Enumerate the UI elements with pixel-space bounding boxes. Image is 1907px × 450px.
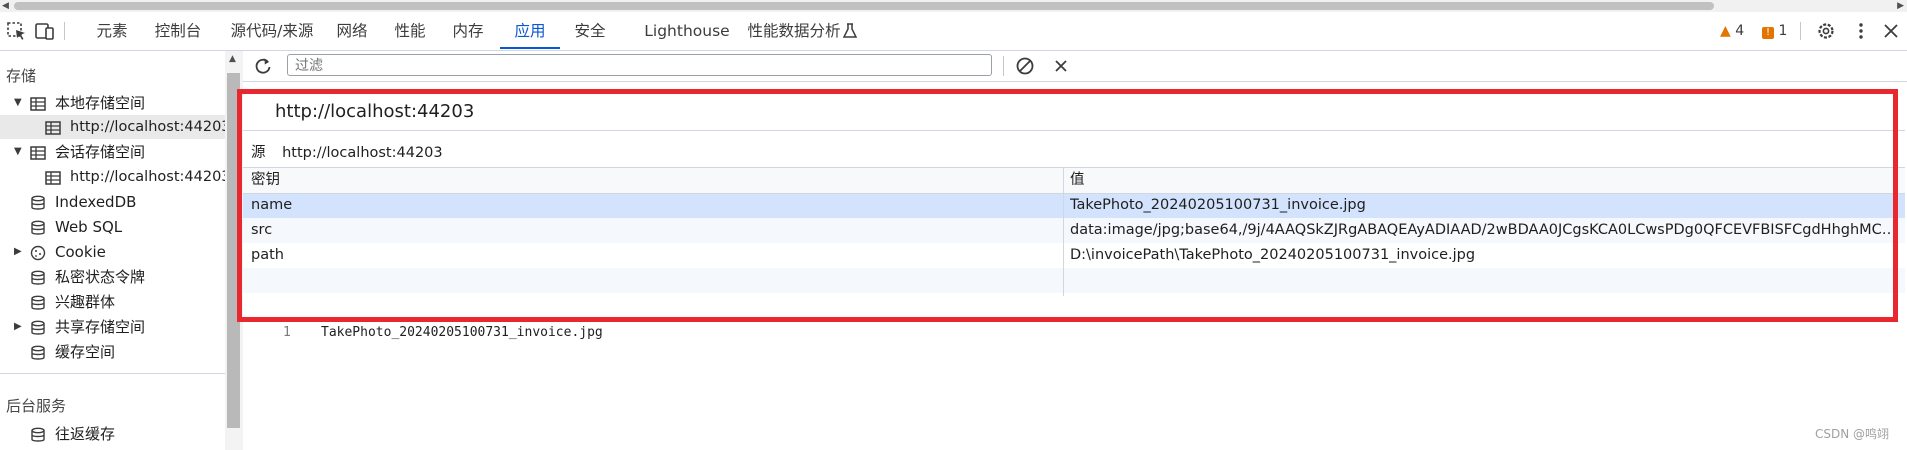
- tab-performance-insights[interactable]: 性能数据分析: [744, 12, 844, 49]
- filter-input[interactable]: 过滤: [287, 54, 992, 76]
- sidebar-item-websql[interactable]: Web SQL: [0, 215, 225, 239]
- clear-all-icon[interactable]: [1015, 56, 1035, 80]
- sidebar-item-label: 本地存储空间: [55, 94, 146, 112]
- column-header-value[interactable]: 值: [1070, 168, 1900, 193]
- issues-count: 1: [1778, 23, 1788, 39]
- scroll-right-icon[interactable]: ▶: [1897, 1, 1904, 11]
- issues-badge[interactable]: ! 1: [1762, 23, 1787, 39]
- background-services-heading: 后台服务: [6, 397, 67, 415]
- storage-toolbar: 过滤: [243, 51, 1907, 82]
- tab-application[interactable]: 应用: [500, 12, 560, 49]
- value-cell[interactable]: data:image/jpg;base64,/9j/4AAQSkZJRgABAQ…: [1070, 218, 1900, 243]
- column-header-key[interactable]: 密钥: [251, 168, 280, 193]
- divider: [243, 193, 1905, 194]
- key-cell[interactable]: name: [251, 193, 292, 218]
- sidebar-item-label: http://localhost:44203: [70, 119, 231, 135]
- sidebar-divider: [0, 373, 225, 374]
- expand-caret-icon[interactable]: ▼: [14, 91, 22, 115]
- origin-label: 源: [251, 145, 266, 161]
- sidebar-item-session-origin[interactable]: http://localhost:44203: [0, 165, 231, 189]
- toolbar-divider: [64, 22, 65, 40]
- value-cell[interactable]: D:\invoicePath\TakePhoto_20240205100731_…: [1070, 243, 1900, 268]
- sidebar-item-label: Cookie: [55, 243, 106, 261]
- sidebar-item-interest-groups[interactable]: 兴趣群体: [0, 290, 225, 314]
- more-options-icon[interactable]: [1850, 21, 1872, 41]
- top-scrollbar[interactable]: ◀ ▶: [0, 0, 1907, 12]
- grid-header-row: 密钥 值: [243, 168, 1905, 193]
- storage-main-panel: 过滤 http://localhost:44203 源 http://local…: [243, 51, 1907, 450]
- delete-selected-icon[interactable]: [1051, 56, 1071, 80]
- close-devtools-icon[interactable]: [1880, 21, 1902, 41]
- table-row[interactable]: path D:\invoicePath\TakePhoto_2024020510…: [243, 243, 1905, 268]
- origin-info-row: 源 http://localhost:44203: [251, 141, 443, 162]
- tab-memory[interactable]: 内存: [448, 12, 488, 49]
- collapse-caret-icon[interactable]: ▶: [14, 240, 22, 264]
- tab-performance[interactable]: 性能: [390, 12, 430, 49]
- origin-value: http://localhost:44203: [282, 145, 443, 161]
- scroll-up-icon[interactable]: ▲: [229, 54, 236, 64]
- sidebar-item-label: 共享存储空间: [55, 318, 146, 336]
- scroll-left-icon[interactable]: ◀: [2, 1, 9, 11]
- empty-table-row[interactable]: [243, 268, 1905, 293]
- sidebar-item-cookie[interactable]: ▶ Cookie: [0, 240, 225, 264]
- flask-icon: [842, 22, 864, 42]
- sidebar-item-indexeddb[interactable]: IndexedDB: [0, 190, 225, 214]
- sidebar-item-label: http://localhost:44203: [70, 169, 231, 185]
- database-icon: [30, 344, 46, 368]
- collapse-caret-icon[interactable]: ▶: [14, 315, 22, 339]
- tab-console[interactable]: 控制台: [150, 12, 206, 49]
- column-divider: [1063, 168, 1064, 296]
- sidebar-item-label: 兴趣群体: [55, 293, 116, 311]
- tab-security[interactable]: 安全: [568, 12, 612, 49]
- origin-title: http://localhost:44203: [275, 101, 475, 122]
- value-cell[interactable]: TakePhoto_20240205100731_invoice.jpg: [1070, 193, 1900, 218]
- local-storage-view: http://localhost:44203 源 http://localhos…: [243, 85, 1905, 311]
- warning-icon: ▲: [1720, 23, 1731, 39]
- scrollbar-thumb[interactable]: [14, 2, 1714, 10]
- expand-caret-icon[interactable]: ▼: [14, 140, 22, 164]
- sidebar-item-private-state-tokens[interactable]: 私密状态令牌: [0, 265, 225, 289]
- sidebar-item-local-origin[interactable]: http://localhost:44203: [0, 115, 231, 139]
- settings-gear-icon[interactable]: [1815, 21, 1837, 41]
- sidebar-item-label: 会话存储空间: [55, 143, 146, 161]
- tab-lighthouse[interactable]: Lighthouse: [642, 12, 732, 49]
- preview-text[interactable]: TakePhoto_20240205100731_invoice.jpg: [321, 325, 603, 340]
- table-row[interactable]: name TakePhoto_20240205100731_invoice.jp…: [243, 193, 1905, 218]
- warnings-badge[interactable]: ▲ 4: [1720, 23, 1744, 39]
- sidebar-item-session-storage[interactable]: ▼ 会话存储空间: [0, 140, 225, 164]
- line-number: 1: [283, 325, 291, 340]
- sidebar-item-label: 私密状态令牌: [55, 268, 146, 286]
- key-cell[interactable]: path: [251, 243, 284, 268]
- sidebar-item-label: Web SQL: [55, 218, 123, 236]
- refresh-icon[interactable]: [253, 56, 273, 80]
- sidebar-item-local-storage[interactable]: ▼ 本地存储空间: [0, 91, 225, 115]
- table-row[interactable]: src data:image/jpg;base64,/9j/4AAQSkZJRg…: [243, 218, 1905, 243]
- toolbar-divider: [1003, 56, 1004, 76]
- sidebar-item-label: IndexedDB: [55, 193, 137, 211]
- sidebar-scrollbar[interactable]: ▲: [225, 51, 243, 450]
- watermark: CSDN @鸣翊: [1814, 427, 1889, 441]
- application-sidebar: 存储 ▼ 本地存储空间 http://localhost:44203 ▼ 会话存…: [0, 51, 231, 450]
- sidebar-item-bfcache[interactable]: 往返缓存: [0, 422, 225, 446]
- toolbar-divider: [1800, 22, 1801, 40]
- database-icon: [30, 426, 46, 450]
- warnings-count: 4: [1735, 23, 1745, 39]
- sidebar-item-shared-storage[interactable]: ▶ 共享存储空间: [0, 315, 225, 339]
- device-toolbar-icon[interactable]: [34, 21, 56, 41]
- tab-elements[interactable]: 元素: [88, 12, 136, 49]
- issue-icon: !: [1762, 27, 1774, 39]
- sidebar-item-cache-storage[interactable]: 缓存空间: [0, 340, 225, 364]
- storage-section-heading: 存储: [6, 67, 37, 85]
- devtools-tabbar: 元素 控制台 源代码/来源 网络 性能 内存 应用 安全 Lighthouse …: [0, 12, 1907, 51]
- key-cell[interactable]: src: [251, 218, 272, 243]
- tab-sources[interactable]: 源代码/来源: [222, 12, 322, 49]
- divider: [243, 130, 1905, 131]
- tab-network[interactable]: 网络: [332, 12, 372, 49]
- inspect-element-icon[interactable]: [6, 21, 28, 41]
- sidebar-item-label: 缓存空间: [55, 343, 116, 361]
- sidebar-item-label: 往返缓存: [55, 425, 116, 443]
- scrollbar-thumb[interactable]: [227, 73, 240, 428]
